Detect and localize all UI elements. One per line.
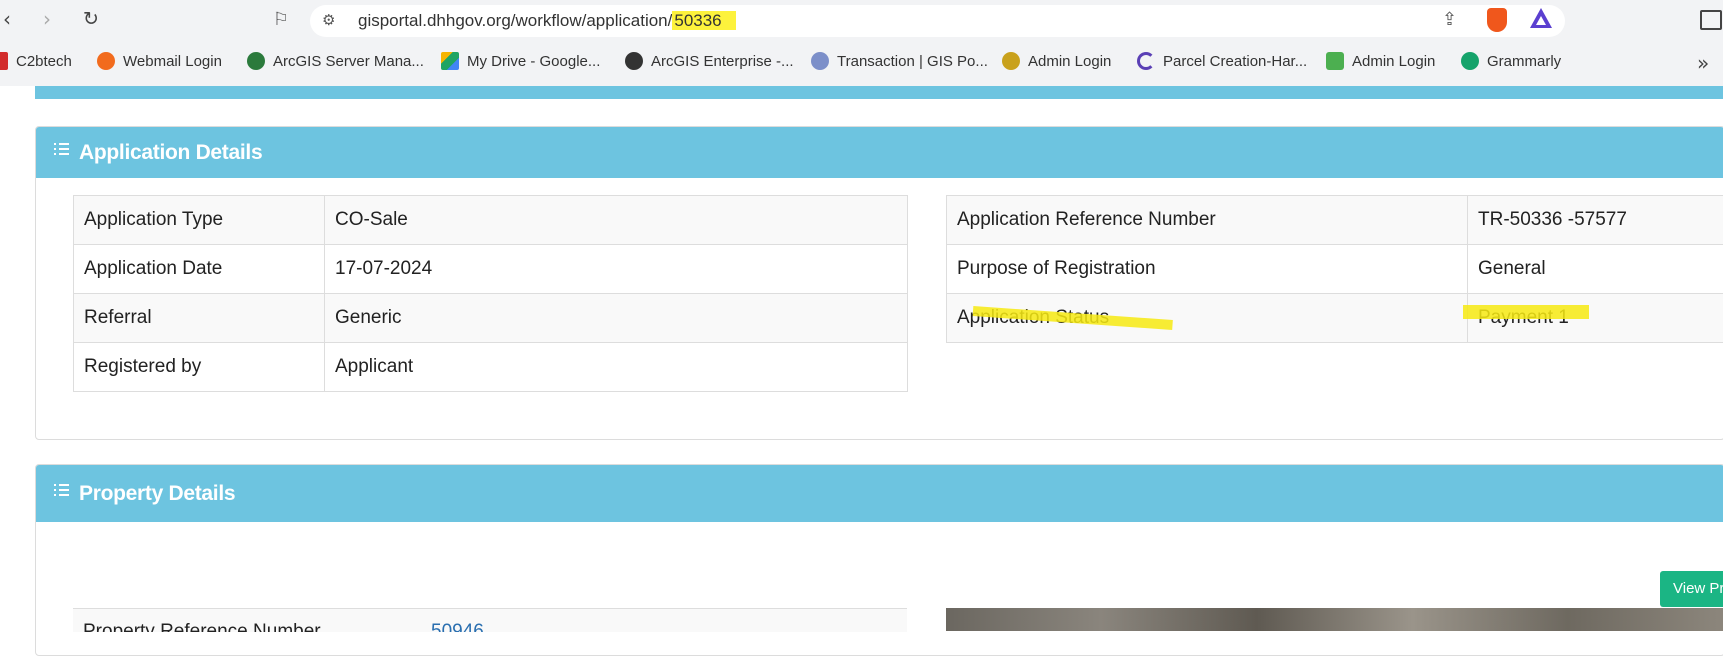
parcel-c-icon: [1137, 52, 1155, 70]
field-value: Generic: [325, 294, 908, 343]
share-icon[interactable]: ⇪: [1442, 9, 1466, 31]
list-icon: [54, 143, 69, 155]
arcgis-server-icon: [247, 52, 265, 70]
bookmark-item[interactable]: Admin Login: [1326, 52, 1435, 70]
previous-section-footer: [35, 86, 1723, 99]
list-icon: [54, 484, 69, 496]
application-details-title: Application Details: [79, 141, 262, 165]
webmail-icon: [97, 52, 115, 70]
bookmark-item[interactable]: Parcel Creation-Har...: [1137, 52, 1307, 70]
gis-portal-icon: [811, 52, 829, 70]
reload-icon[interactable]: ↻: [78, 6, 104, 32]
field-value: 17-07-2024: [325, 245, 908, 294]
property-details-title: Property Details: [79, 482, 235, 506]
address-bar[interactable]: ⚙ gisportal.dhhgov.org/workflow/applicat…: [310, 5, 1565, 37]
bookmark-icon[interactable]: ⚐: [268, 6, 294, 32]
sidebar-panel-icon[interactable]: [1700, 10, 1722, 30]
field-label: Registered by: [74, 343, 325, 392]
property-map-image: [946, 608, 1723, 631]
forward-icon[interactable]: ›: [34, 6, 60, 32]
bookmarks-bar: C2btech Webmail Login ArcGIS Server Mana…: [0, 40, 1723, 86]
field-value: TR-50336 -57577: [1468, 196, 1723, 245]
url-text[interactable]: gisportal.dhhgov.org/workflow/applicatio…: [358, 11, 736, 31]
highlighter-mark: [1463, 305, 1589, 319]
table-row: Referral Generic: [74, 294, 908, 343]
bookmark-item[interactable]: Webmail Login: [97, 52, 222, 70]
globe-icon: [625, 52, 643, 70]
field-value: General: [1468, 245, 1723, 294]
more-bookmarks-icon[interactable]: »: [1697, 51, 1709, 75]
c2btech-icon: [0, 52, 8, 70]
field-label: Application Reference Number: [947, 196, 1468, 245]
url-highlight: 50336: [672, 11, 735, 30]
field-value: CO-Sale: [325, 196, 908, 245]
field-label: Application Type: [74, 196, 325, 245]
property-details-header: Property Details: [36, 465, 1723, 522]
bookmark-item[interactable]: Admin Login: [1002, 52, 1111, 70]
application-details-card: Application Details Application Type CO-…: [35, 126, 1723, 440]
brave-icon[interactable]: [1487, 8, 1507, 32]
application-info-table-left: Application Type CO-Sale Application Dat…: [73, 195, 908, 392]
site-settings-icon[interactable]: ⚙: [322, 11, 335, 29]
view-property-button[interactable]: View Pr: [1660, 571, 1723, 607]
property-reference-link[interactable]: 50946: [431, 621, 484, 632]
field-label: Application Date: [74, 245, 325, 294]
table-row: Purpose of Registration General: [947, 245, 1723, 294]
admin-map-icon: [1326, 52, 1344, 70]
google-drive-icon: [441, 52, 459, 70]
field-label: Purpose of Registration: [947, 245, 1468, 294]
field-label: Property Reference Number: [83, 621, 321, 632]
field-value: Applicant: [325, 343, 908, 392]
bookmark-item[interactable]: Transaction | GIS Po...: [811, 52, 988, 70]
table-row: Property Reference Number 50946: [73, 608, 907, 632]
grammarly-icon: [1461, 52, 1479, 70]
bookmark-item[interactable]: ArcGIS Server Mana...: [247, 52, 424, 70]
bookmark-item[interactable]: My Drive - Google...: [441, 52, 600, 70]
bookmark-item[interactable]: Grammarly: [1461, 52, 1561, 70]
back-icon[interactable]: ‹: [0, 6, 20, 32]
admin-seal-icon: [1002, 52, 1020, 70]
table-row: Application Type CO-Sale: [74, 196, 908, 245]
table-row: Registered by Applicant: [74, 343, 908, 392]
bookmark-item[interactable]: ArcGIS Enterprise -...: [625, 52, 794, 70]
browser-toolbar: ‹ › ↻ ⚐ ⚙ gisportal.dhhgov.org/workflow/…: [0, 0, 1723, 40]
table-row: Application Reference Number TR-50336 -5…: [947, 196, 1723, 245]
bookmark-item[interactable]: C2btech: [0, 52, 72, 70]
table-row: Application Date 17-07-2024: [74, 245, 908, 294]
brave-rewards-icon[interactable]: [1530, 8, 1552, 28]
field-label: Referral: [74, 294, 325, 343]
application-details-header: Application Details: [36, 127, 1723, 178]
